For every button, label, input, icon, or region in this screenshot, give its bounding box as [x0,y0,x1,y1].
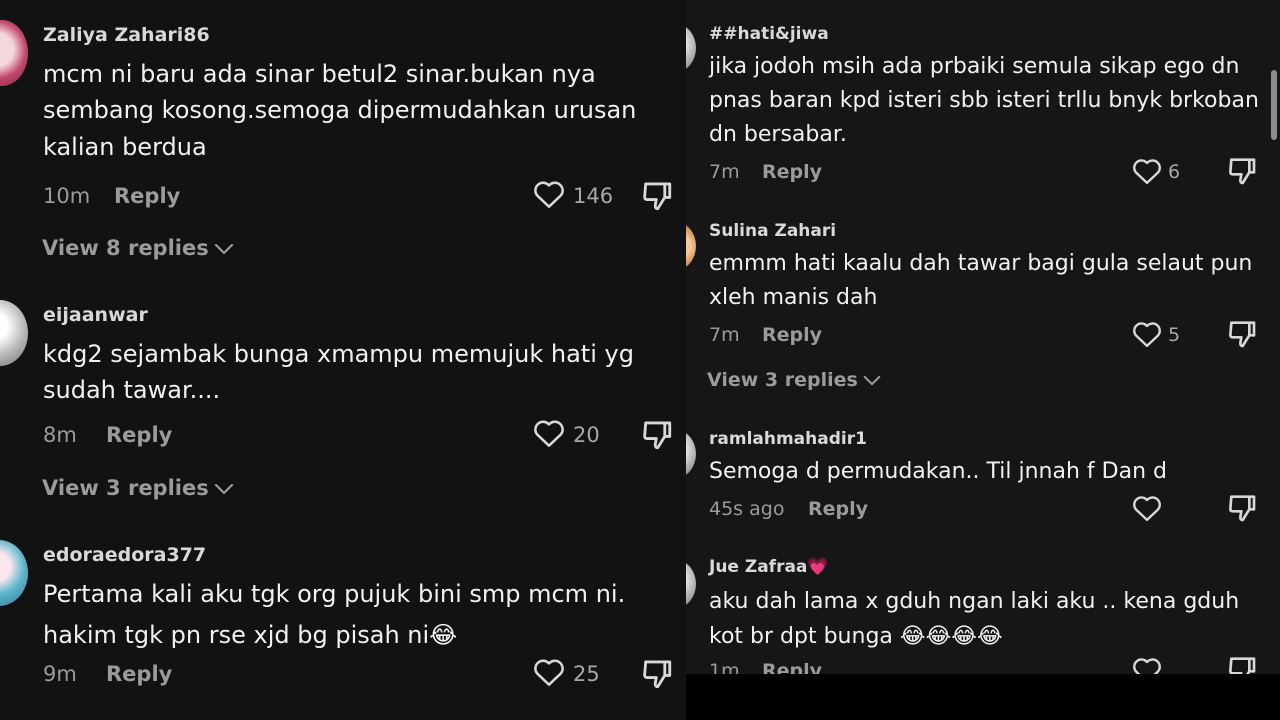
avatar[interactable] [686,24,696,72]
heart-icon[interactable] [533,418,565,448]
dislike-icon[interactable] [1226,318,1258,350]
comment-time: 45s ago [709,498,785,520]
comment-username[interactable]: ramlahmahadir1 [709,429,867,449]
comment-username[interactable]: edoraedora377 [43,544,206,566]
heart-icon[interactable] [533,179,565,209]
comment-username[interactable]: Jue Zafraa💗 [709,557,829,577]
reply-button[interactable]: Reply [762,161,822,183]
comment-text: aku dah lama x gduh ngan laki aku .. ken… [709,589,1240,650]
dislike-icon[interactable] [640,418,674,452]
view-replies-button[interactable]: View 3 replies [42,476,235,500]
comment-time: 1m [709,660,740,674]
dislike-icon[interactable] [640,657,674,691]
chevron-down-icon [214,243,233,255]
heart-icon[interactable] [1132,656,1162,674]
avatar[interactable] [0,540,28,606]
view-replies-button[interactable]: View 3 replies [707,369,882,391]
reply-button[interactable]: Reply [762,660,822,674]
comment-text: jika jodoh msih ada prbaiki semula sikap… [709,54,1259,148]
comment-time: 8m [43,423,77,447]
dislike-icon[interactable] [1226,155,1258,187]
comment-username[interactable]: ##hati&jiwa [709,24,829,44]
like-count: 5 [1168,324,1181,346]
comments-panel-right: ##hati&jiwa jika jodoh msih ada prbaiki … [686,0,1280,674]
bottom-bar [686,674,1280,720]
like-count: 6 [1168,161,1181,183]
comment-time: 10m [43,184,91,208]
view-replies-label: View 8 replies [42,236,209,260]
heart-icon[interactable] [1132,157,1162,185]
avatar[interactable] [686,430,696,478]
reply-button[interactable]: Reply [114,184,180,208]
avatar[interactable] [0,20,28,86]
heart-icon[interactable] [1132,320,1162,348]
comment-text: Semoga d permudakan.. Til jnnah f Dan d [709,459,1167,484]
dislike-icon[interactable] [1226,654,1258,674]
scrollbar[interactable] [1271,70,1277,140]
chevron-down-icon [214,483,233,495]
avatar[interactable] [0,300,28,366]
comment-text: kdg2 sejambak bunga xmampu memujuk hati … [43,340,634,405]
dislike-icon[interactable] [1226,492,1258,524]
like-count: 25 [573,662,600,686]
comments-panel-left: Zaliya Zahari86 mcm ni baru ada sinar be… [0,0,686,720]
comment-text: mcm ni baru ada sinar betul2 sinar.bukan… [43,60,637,161]
like-count: 146 [573,184,614,208]
view-replies-label: View 3 replies [42,476,209,500]
chevron-down-icon [863,375,881,386]
avatar[interactable] [686,222,696,270]
reply-button[interactable]: Reply [808,498,868,520]
reply-button[interactable]: Reply [762,324,822,346]
comment-username[interactable]: Sulina Zahari [709,221,836,241]
heart-icon[interactable] [533,657,565,687]
reply-button[interactable]: Reply [106,662,172,686]
comment-time: 7m [709,324,740,346]
like-count: 20 [573,423,600,447]
view-replies-label: View 3 replies [707,369,858,391]
comment-text: Pertama kali aku tgk org pujuk bini smp … [43,580,626,649]
view-replies-button[interactable]: View 8 replies [42,236,235,260]
comment-username[interactable]: eijaanwar [43,304,148,326]
dislike-icon[interactable] [640,179,674,213]
comment-time: 7m [709,161,740,183]
comment-time: 9m [43,662,77,686]
reply-button[interactable]: Reply [106,423,172,447]
comment-username[interactable]: Zaliya Zahari86 [43,24,210,46]
heart-icon[interactable] [1132,494,1162,522]
comment-text: emmm hati kaalu dah tawar bagi gula sela… [709,251,1253,311]
avatar[interactable] [686,560,696,608]
